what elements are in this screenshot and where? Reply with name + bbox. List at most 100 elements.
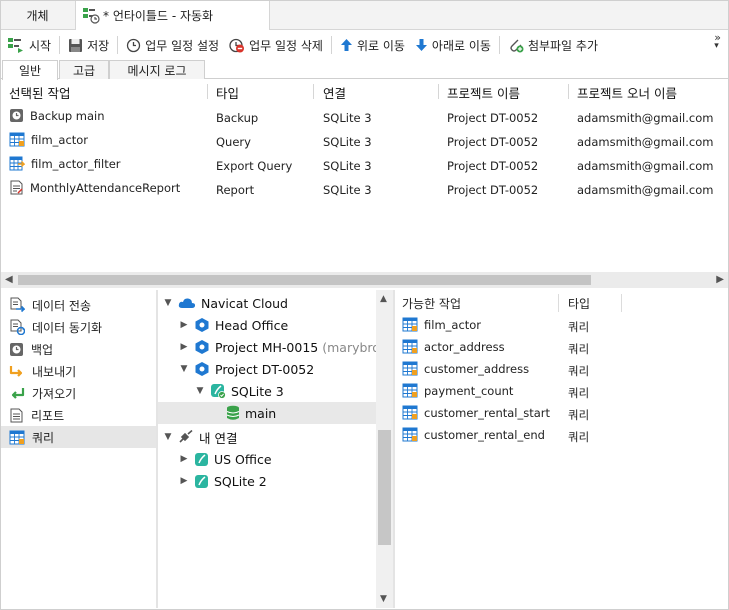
horizontal-scroll-thumb[interactable]: [18, 275, 591, 285]
list-item[interactable]: customer_rental_start 쿼리: [395, 403, 729, 425]
category-report[interactable]: 리포트: [0, 404, 156, 426]
chevron-down-icon[interactable]: ▼: [178, 364, 190, 374]
tab-message-log[interactable]: 메시지 로그: [109, 60, 205, 79]
tree-node-sqlite-3[interactable]: ▼ SQLite 3: [194, 380, 284, 402]
category-query[interactable]: 쿼리: [0, 426, 156, 448]
tree-node-my-connections[interactable]: ▼ 내 연결: [162, 426, 237, 448]
list-item[interactable]: actor_address 쿼리: [395, 337, 729, 359]
tree-node-label: 내 연결: [199, 430, 238, 446]
clock-icon: [127, 38, 141, 52]
job-type: Report: [216, 183, 255, 197]
project-icon: [195, 340, 209, 354]
tree-node-label: SQLite 3: [231, 383, 284, 399]
column-header-connection[interactable]: 연결: [323, 83, 346, 102]
category-export[interactable]: 내보내기: [0, 360, 156, 382]
backup-icon: [10, 109, 23, 122]
tree-node-label: Project DT-0052: [215, 361, 315, 377]
list-item[interactable]: customer_address 쿼리: [395, 359, 729, 381]
column-header-project-name[interactable]: 프로젝트 이름: [447, 83, 520, 102]
table-row[interactable]: film_actor_filter Export Query SQLite 3 …: [0, 154, 729, 178]
chevron-down-icon[interactable]: ▼: [194, 386, 206, 396]
chevron-right-icon[interactable]: ▶: [178, 476, 190, 486]
save-button[interactable]: 저장: [63, 33, 114, 57]
category-label: 데이터 전송: [32, 298, 92, 313]
job-name: Backup main: [30, 108, 105, 123]
category-backup[interactable]: 백업: [0, 338, 156, 360]
move-up-button[interactable]: 위로 이동: [335, 33, 410, 57]
job-owner: adamsmith@gmail.com: [577, 135, 714, 149]
job-category-list: 데이터 전송 데이터 동기화 백업 내보내기 가져오기 리포트 쿼리: [0, 290, 156, 608]
scroll-right-icon[interactable]: ▶: [716, 274, 724, 285]
column-divider[interactable]: [568, 84, 569, 99]
chevron-down-icon[interactable]: ▼: [162, 298, 174, 308]
toolbar-overflow-chevron[interactable]: » ▾: [714, 32, 721, 51]
tree-node-project-mh-0015[interactable]: ▶ Project MH-0015 (marybrow: [178, 336, 376, 358]
table-row[interactable]: Backup main Backup SQLite 3 Project DT-0…: [0, 106, 729, 130]
available-job-name-cell: actor_address: [402, 339, 505, 354]
chevron-right-icon[interactable]: ▶: [178, 454, 190, 464]
report-icon: [10, 408, 23, 422]
toolbar-separator: [330, 36, 332, 54]
list-item[interactable]: payment_count 쿼리: [395, 381, 729, 403]
tab-general[interactable]: 일반: [2, 60, 58, 80]
table-row[interactable]: film_actor Query SQLite 3 Project DT-005…: [0, 130, 729, 154]
column-divider[interactable]: [207, 84, 208, 99]
backup-icon: [10, 342, 23, 356]
tree-node-head-office[interactable]: ▶ Head Office: [178, 314, 289, 336]
tree-node-label: main: [245, 405, 277, 421]
tree-node-us-office[interactable]: ▶ US Office: [178, 448, 272, 470]
add-attachment-button[interactable]: 첨부파일 추가: [503, 33, 603, 57]
available-job-name: actor_address: [424, 339, 505, 354]
tree-node-main[interactable]: main: [158, 402, 376, 424]
column-divider[interactable]: [313, 84, 314, 99]
tab-automation[interactable]: * 언타이틀드 - 자동화: [76, 0, 270, 31]
column-header-selected-job[interactable]: 선택된 작업: [9, 83, 70, 102]
job-connection: SQLite 3: [323, 159, 372, 173]
table-header: 선택된 작업 타입 연결 프로젝트 이름 프로젝트 오너 이름: [0, 80, 729, 102]
available-job-name: payment_count: [424, 383, 514, 398]
column-header-type[interactable]: 타입: [216, 83, 239, 102]
chevron-right-icon[interactable]: ▶: [178, 320, 190, 330]
move-down-button[interactable]: 아래로 이동: [410, 33, 496, 57]
cloud-icon: [178, 298, 196, 308]
delete-schedule-button[interactable]: 업무 일정 삭제: [224, 33, 328, 57]
scroll-down-icon[interactable]: ▼: [380, 594, 387, 604]
tab-objects[interactable]: 개체: [0, 0, 76, 30]
list-item[interactable]: customer_rental_end 쿼리: [395, 425, 729, 447]
available-job-type: 쿼리: [568, 342, 590, 356]
category-import[interactable]: 가져오기: [0, 382, 156, 404]
category-data-sync[interactable]: 데이터 동기화: [0, 316, 156, 338]
scroll-up-icon[interactable]: ▲: [380, 294, 387, 304]
chevron-right-icon[interactable]: ▶: [178, 342, 190, 352]
tree-node-project-dt-0052[interactable]: ▼ Project DT-0052: [178, 358, 315, 380]
job-connection: SQLite 3: [323, 135, 372, 149]
toolbar: 시작 저장 업무 일정 설정 업무 일정 삭제 위로 이동 아래로 이동 첨부파…: [0, 30, 729, 60]
column-divider[interactable]: [621, 294, 622, 312]
job-type: Export Query: [216, 159, 293, 173]
column-divider[interactable]: [558, 294, 559, 312]
job-name-cell: Backup main: [9, 108, 105, 123]
move-up-label: 위로 이동: [356, 38, 405, 53]
column-header-available-job[interactable]: 가능한 작업: [402, 295, 461, 312]
category-label: 내보내기: [32, 364, 77, 379]
tab-advanced[interactable]: 고급: [59, 60, 109, 79]
tree-vertical-scrollbar[interactable]: ▲ ▼: [376, 290, 393, 608]
table-row[interactable]: MonthlyAttendanceReport Report SQLite 3 …: [0, 178, 729, 202]
query-icon: [402, 361, 418, 376]
tree-node-sqlite-2[interactable]: ▶ SQLite 2: [178, 470, 267, 492]
set-schedule-button[interactable]: 업무 일정 설정: [121, 33, 224, 57]
query-icon: [402, 405, 418, 420]
category-data-transfer[interactable]: 데이터 전송: [0, 294, 156, 316]
tree-node-navicat-cloud[interactable]: ▼ Navicat Cloud: [162, 292, 288, 314]
horizontal-scrollbar[interactable]: ◀ ▶: [0, 272, 729, 288]
scroll-left-icon[interactable]: ◀: [5, 274, 13, 285]
column-header-project-owner[interactable]: 프로젝트 오너 이름: [577, 83, 677, 102]
list-item[interactable]: film_actor 쿼리: [395, 315, 729, 337]
start-button[interactable]: 시작: [2, 33, 56, 57]
available-job-name: customer_rental_start: [424, 405, 551, 420]
column-divider[interactable]: [438, 84, 439, 99]
job-name-cell: film_actor_filter: [9, 156, 121, 171]
column-header-type[interactable]: 타입: [568, 295, 590, 312]
vertical-scroll-thumb[interactable]: [378, 430, 391, 545]
chevron-down-icon[interactable]: ▼: [162, 432, 174, 442]
